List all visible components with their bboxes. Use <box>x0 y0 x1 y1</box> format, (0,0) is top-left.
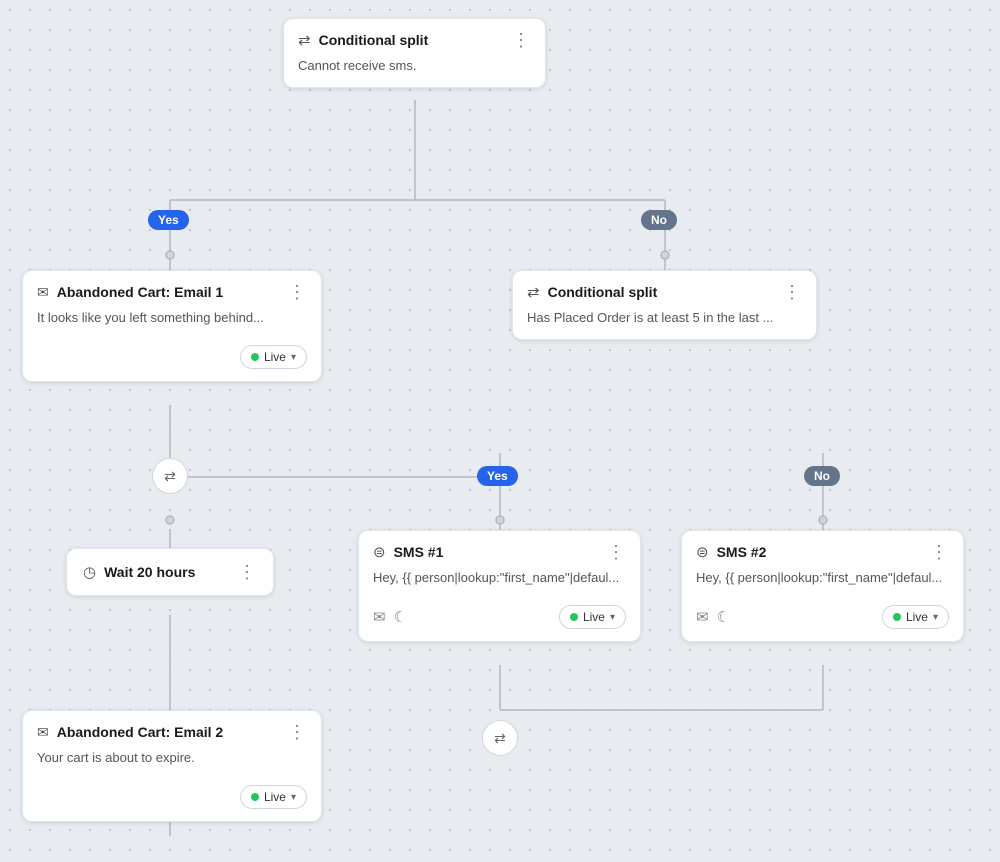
sms1-live-btn[interactable]: Live ▾ <box>559 605 626 629</box>
abandoned-cart-email1-menu[interactable]: ⋮ <box>288 283 307 301</box>
sms1-title: SMS #1 <box>394 544 599 560</box>
no-label-right2: No <box>804 466 840 486</box>
abandoned-cart-email1-live-btn[interactable]: Live ▾ <box>240 345 307 369</box>
sms2-live-chevron[interactable]: ▾ <box>933 612 938 623</box>
conditional-split-right-body: Has Placed Order is at least 5 in the la… <box>513 309 816 339</box>
sms1-sms-icon: ☾ <box>394 608 407 626</box>
sms1-footer-icons: ✉ ☾ <box>373 608 407 626</box>
sms1-card: ⊜ SMS #1 ⋮ Hey, {{ person|lookup:"first_… <box>358 530 641 642</box>
sms1-live-label: Live <box>583 610 605 624</box>
sms2-footer-icons: ✉ ☾ <box>696 608 730 626</box>
sms1-menu[interactable]: ⋮ <box>607 543 626 561</box>
abandoned-cart-email2-live-btn[interactable]: Live ▾ <box>240 785 307 809</box>
abandoned-cart-email2-menu[interactable]: ⋮ <box>288 723 307 741</box>
live-dot-2 <box>251 793 259 801</box>
sms2-body: Hey, {{ person|lookup:"first_name"|defau… <box>682 569 963 599</box>
sms2-title: SMS #2 <box>717 544 922 560</box>
wait-title: Wait 20 hours <box>104 564 230 580</box>
abandoned-cart-email2-title: Abandoned Cart: Email 2 <box>57 724 280 740</box>
abandoned-cart-email1-body: It looks like you left something behind.… <box>23 309 321 339</box>
live-label-1: Live <box>264 350 286 364</box>
live-chevron-2[interactable]: ▾ <box>291 792 296 803</box>
yes-label-left: Yes <box>148 210 189 230</box>
yes-label-middle: Yes <box>477 466 518 486</box>
no-label-right: No <box>641 210 677 230</box>
conditional-split-top-body: Cannot receive sms. <box>284 57 545 87</box>
conditional-split-top-title: Conditional split <box>319 32 504 48</box>
split-icon: ⇄ <box>298 31 311 49</box>
sms2-sms-icon: ☾ <box>717 608 730 626</box>
clock-icon: ◷ <box>83 563 96 581</box>
conditional-split-top-card: ⇄ Conditional split ⋮ Cannot receive sms… <box>283 18 546 88</box>
sms1-icon: ⊜ <box>373 543 386 561</box>
reconnect-icon-bottom: ⇄ <box>482 720 518 756</box>
email-icon-1: ✉ <box>37 284 49 301</box>
conditional-split-top-menu[interactable]: ⋮ <box>512 31 531 49</box>
live-label-2: Live <box>264 790 286 804</box>
sms1-live-dot <box>570 613 578 621</box>
sms2-email-icon: ✉ <box>696 608 709 626</box>
email-icon-2: ✉ <box>37 724 49 741</box>
wait-menu[interactable]: ⋮ <box>238 563 257 581</box>
abandoned-cart-email2-body: Your cart is about to expire. <box>23 749 321 779</box>
conditional-split-right-title: Conditional split <box>548 284 775 300</box>
sms1-live-chevron[interactable]: ▾ <box>610 612 615 623</box>
sms1-body: Hey, {{ person|lookup:"first_name"|defau… <box>359 569 640 599</box>
reconnect-icon-left: ⇄ <box>152 458 188 494</box>
abandoned-cart-email1-title: Abandoned Cart: Email 1 <box>57 284 280 300</box>
split-icon-right: ⇄ <box>527 283 540 301</box>
sms2-card: ⊜ SMS #2 ⋮ Hey, {{ person|lookup:"first_… <box>681 530 964 642</box>
live-chevron-1[interactable]: ▾ <box>291 352 296 363</box>
sms1-email-icon: ✉ <box>373 608 386 626</box>
sms2-icon: ⊜ <box>696 543 709 561</box>
sms2-menu[interactable]: ⋮ <box>930 543 949 561</box>
abandoned-cart-email2-card: ✉ Abandoned Cart: Email 2 ⋮ Your cart is… <box>22 710 322 822</box>
wait-card: ◷ Wait 20 hours ⋮ <box>66 548 274 596</box>
sms2-live-btn[interactable]: Live ▾ <box>882 605 949 629</box>
flow-canvas: ⇄ Conditional split ⋮ Cannot receive sms… <box>0 0 1000 862</box>
abandoned-cart-email1-card: ✉ Abandoned Cart: Email 1 ⋮ It looks lik… <box>22 270 322 382</box>
sms2-live-dot <box>893 613 901 621</box>
live-dot-1 <box>251 353 259 361</box>
sms2-live-label: Live <box>906 610 928 624</box>
conditional-split-right-card: ⇄ Conditional split ⋮ Has Placed Order i… <box>512 270 817 340</box>
conditional-split-right-menu[interactable]: ⋮ <box>783 283 802 301</box>
